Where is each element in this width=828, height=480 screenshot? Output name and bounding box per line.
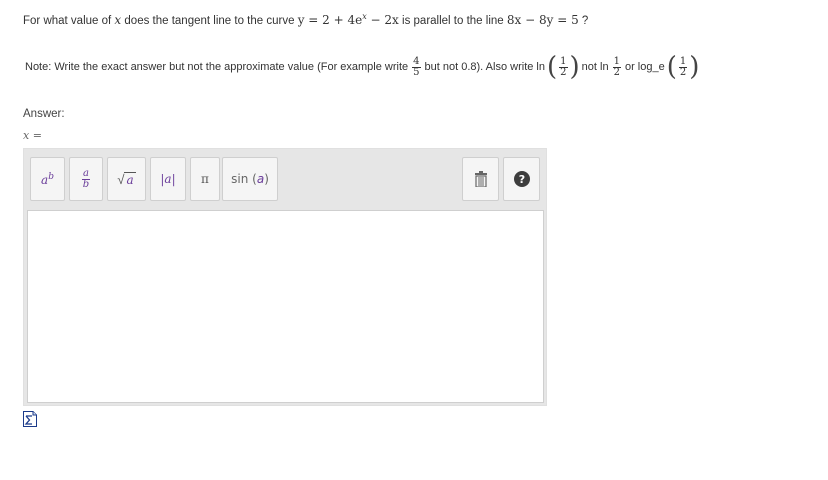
question-prefix: For what value of — [23, 15, 112, 27]
svg-text:?: ? — [518, 173, 524, 186]
question-suffix: ? — [581, 15, 589, 27]
sin-button[interactable]: sin (a) — [222, 157, 278, 201]
question-line: 8x − 8y = 5 — [506, 13, 579, 27]
answer-label: Answer: — [23, 108, 65, 120]
loge-fraction: 12 — [678, 55, 688, 78]
fraction-button[interactable]: ab — [69, 157, 103, 201]
help-button[interactable]: ? — [503, 157, 540, 201]
answer-var-prefix: x = — [23, 129, 42, 142]
question-mid1: does the tangent line to the curve — [124, 15, 295, 27]
ln-fraction: 12 — [559, 55, 568, 78]
example-fraction: 45 — [412, 55, 421, 78]
note-part1: Note: Write the exact answer but not the… — [25, 61, 409, 73]
question-curve: y = 2 + 4ex − 2x — [297, 12, 399, 27]
question-var: x — [114, 13, 122, 27]
sigma-icon[interactable] — [23, 411, 37, 427]
pi-button[interactable]: π — [190, 157, 220, 201]
math-editor: ab ab √ a |a| π sin (a) ? — [23, 148, 547, 406]
clear-button[interactable] — [462, 157, 499, 201]
note-part2: but not 0.8). Also write ln — [424, 61, 545, 73]
answer-input[interactable] — [27, 210, 544, 403]
note-text: Note: Write the exact answer but not the… — [25, 52, 700, 82]
note-part3: not ln — [581, 61, 609, 73]
question-mid2: is parallel to the line — [402, 15, 504, 27]
help-icon: ? — [513, 171, 530, 187]
power-button[interactable]: ab — [30, 157, 65, 201]
trash-icon — [474, 171, 487, 187]
sqrt-button[interactable]: √ a — [107, 157, 146, 201]
abs-button[interactable]: |a| — [150, 157, 186, 201]
question-text: For what value of x does the tangent lin… — [23, 12, 588, 27]
ln2-fraction: 12 — [612, 55, 621, 78]
note-part4: or log_e — [624, 61, 665, 73]
